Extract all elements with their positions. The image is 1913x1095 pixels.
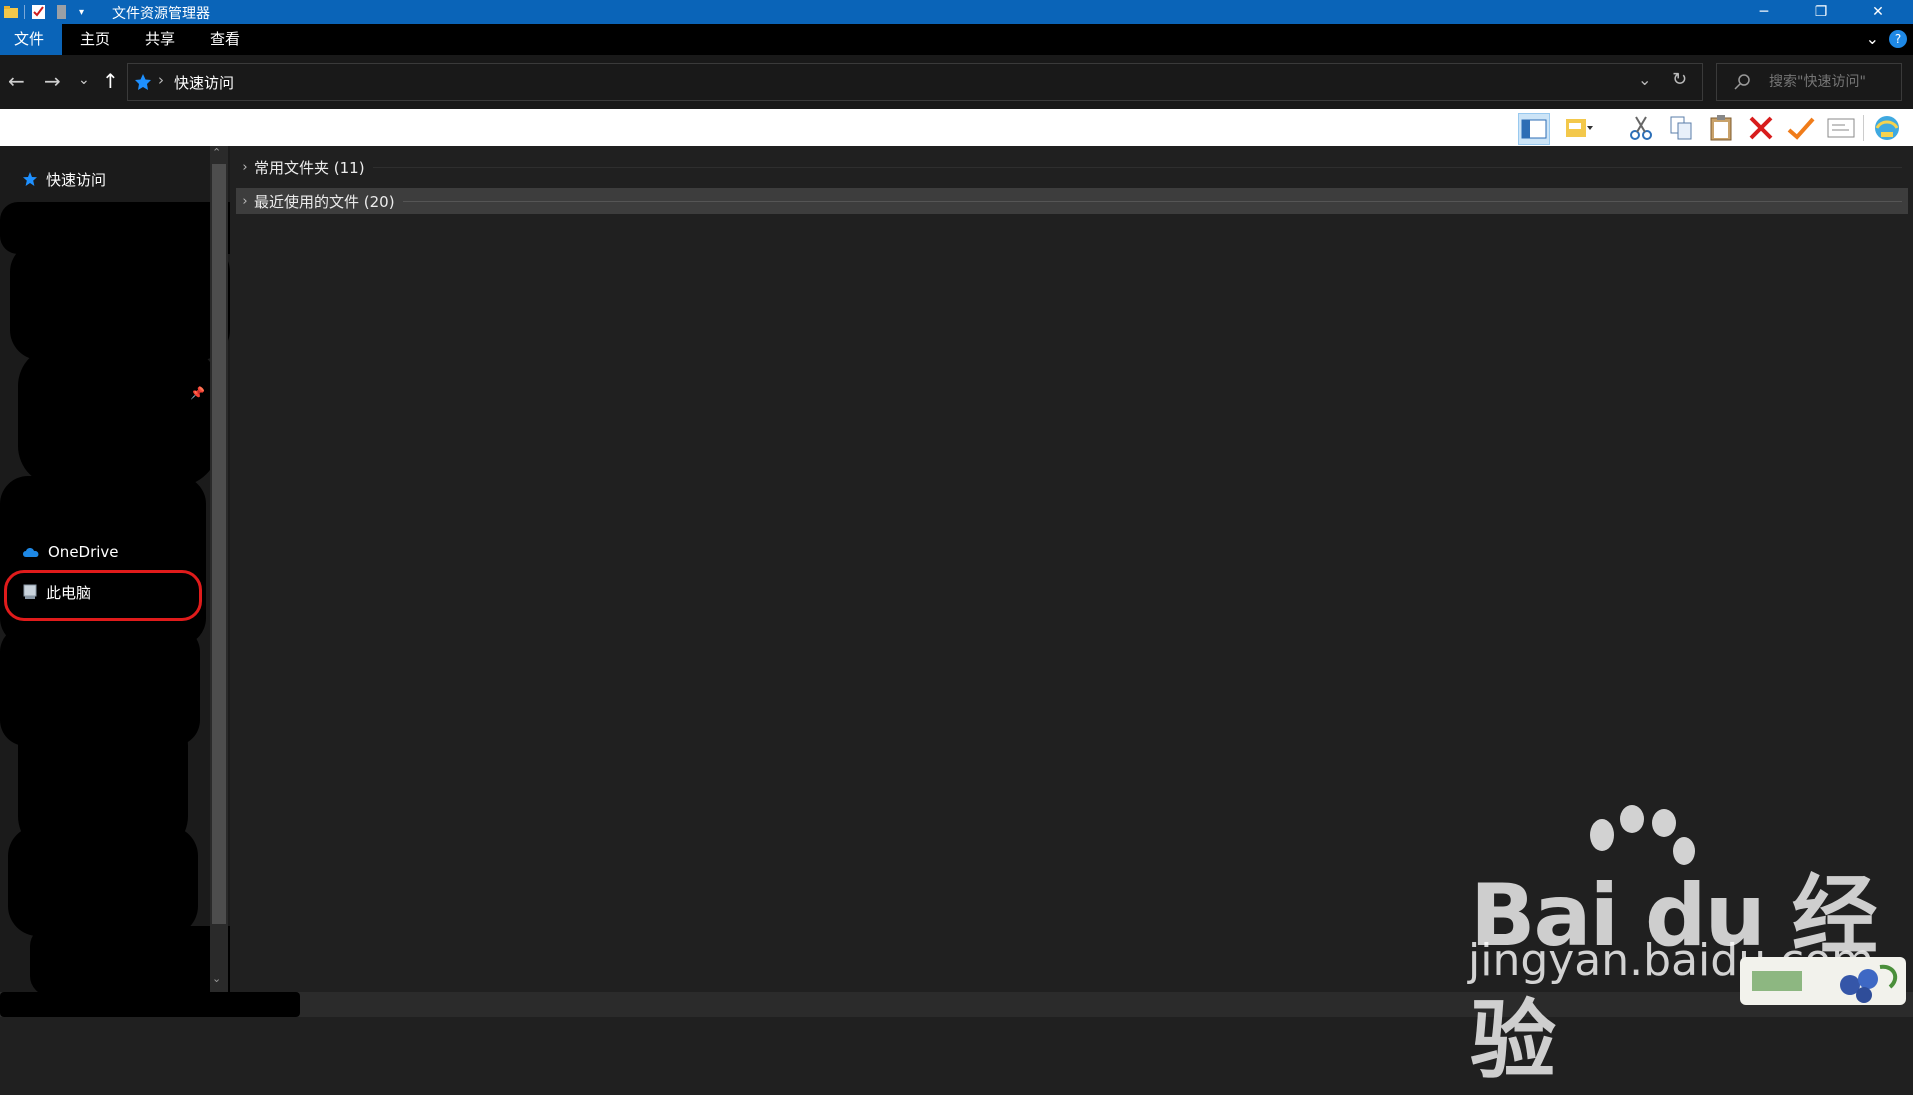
status-bar (0, 992, 1913, 1017)
sidebar-scroll-thumb[interactable] (212, 164, 226, 924)
scroll-up-icon[interactable]: ⌃ (212, 146, 221, 159)
up-button[interactable]: ↑ (102, 69, 119, 93)
redacted-area (10, 242, 230, 360)
preview-pane-button[interactable] (1518, 113, 1550, 145)
sidebar-item-label: OneDrive (48, 543, 119, 561)
preview-pane-icon (1521, 119, 1547, 139)
sidebar-item-quick-access[interactable]: 快速访问 (22, 166, 106, 192)
expand-ribbon-icon[interactable]: ⌄ (1866, 29, 1879, 48)
group-divider (402, 200, 1902, 202)
check-icon (1787, 117, 1815, 140)
address-dropdown-button[interactable]: ⌄ (1638, 70, 1651, 89)
minimize-button[interactable]: ─ (1741, 0, 1787, 24)
redacted-area (8, 826, 198, 936)
group-label: 常用文件夹 (11) (254, 158, 365, 177)
scroll-down-icon[interactable]: ⌄ (212, 972, 221, 985)
ribbon-right-controls: ⌄ ? (1866, 29, 1907, 48)
forward-button[interactable]: → (44, 69, 61, 93)
toolbar-divider (1863, 115, 1864, 141)
restore-button[interactable]: ❐ (1798, 0, 1844, 24)
search-input[interactable] (1767, 70, 1899, 94)
pin-icon: 📌 (190, 386, 205, 400)
back-button[interactable]: ← (8, 69, 25, 93)
details-pane-button[interactable] (1564, 113, 1594, 143)
address-bar[interactable]: › 快速访问 ⌄ ↻ (127, 63, 1703, 101)
command-toolbar (0, 109, 1913, 146)
navigation-pane: 快速访问 📌 OneDrive 此电脑 (0, 146, 230, 992)
copy-button[interactable] (1666, 113, 1696, 143)
quick-access-toolbar: ▾ (4, 2, 84, 22)
star-icon (135, 74, 151, 90)
properties-icon (1827, 118, 1855, 138)
paste-button[interactable] (1706, 113, 1736, 143)
properties-button[interactable] (1826, 113, 1856, 143)
cut-icon (1630, 116, 1652, 140)
copy-icon (1670, 116, 1692, 140)
sidebar-item-onedrive[interactable]: OneDrive (22, 539, 119, 565)
refresh-button[interactable]: ↻ (1672, 69, 1687, 90)
star-icon (23, 172, 37, 186)
new-folder-quick-icon[interactable] (55, 4, 71, 20)
ribbon-tabs: 文件 主页 共享 查看 ⌄ ? (0, 24, 1913, 55)
expand-chevron-icon[interactable]: › (236, 160, 254, 175)
tab-home[interactable]: 主页 (66, 24, 124, 55)
group-recent-files[interactable]: › 最近使用的文件 (20) (236, 188, 1908, 214)
expand-chevron-icon[interactable]: › (236, 194, 254, 209)
paste-icon (1710, 115, 1732, 141)
delete-button[interactable] (1746, 113, 1776, 143)
tab-share[interactable]: 共享 (131, 24, 189, 55)
search-box[interactable] (1716, 63, 1902, 101)
cloud-icon (23, 548, 39, 557)
delete-icon (1749, 116, 1773, 140)
properties-quick-icon[interactable] (31, 4, 47, 20)
sidebar-item-label: 快速访问 (46, 170, 107, 189)
breadcrumb-quick-access[interactable]: 快速访问 (174, 72, 234, 93)
recent-locations-button[interactable]: ⌄ (78, 72, 90, 88)
customize-quick-access-icon[interactable]: ▾ (79, 7, 84, 18)
redacted-area (0, 992, 300, 1017)
breadcrumb-separator[interactable]: › (158, 71, 164, 89)
group-frequent-folders[interactable]: › 常用文件夹 (11) (236, 154, 1908, 180)
tab-view[interactable]: 查看 (196, 24, 254, 55)
navigation-bar: ← → ⌄ ↑ › 快速访问 ⌄ ↻ (0, 55, 1913, 109)
content-area: › 常用文件夹 (11) › 最近使用的文件 (20) (230, 146, 1913, 992)
red-highlight-annotation (4, 570, 202, 621)
tab-file[interactable]: 文件 (0, 24, 62, 55)
window-title: 文件资源管理器 (112, 6, 210, 22)
folder-app-icon (4, 6, 18, 18)
rename-button[interactable] (1786, 113, 1816, 143)
cut-button[interactable] (1626, 113, 1656, 143)
redacted-area (30, 926, 230, 992)
group-divider (372, 166, 1902, 168)
title-bar: ▾ 文件资源管理器 ─ ❐ ✕ (0, 0, 1913, 24)
redacted-area (18, 346, 218, 486)
details-pane-icon (1566, 119, 1593, 137)
web-button[interactable] (1872, 113, 1902, 143)
web-icon (1875, 116, 1899, 140)
search-icon (1734, 74, 1750, 90)
help-button[interactable]: ? (1889, 29, 1907, 48)
close-button[interactable]: ✕ (1855, 0, 1901, 24)
group-label: 最近使用的文件 (20) (254, 192, 395, 211)
